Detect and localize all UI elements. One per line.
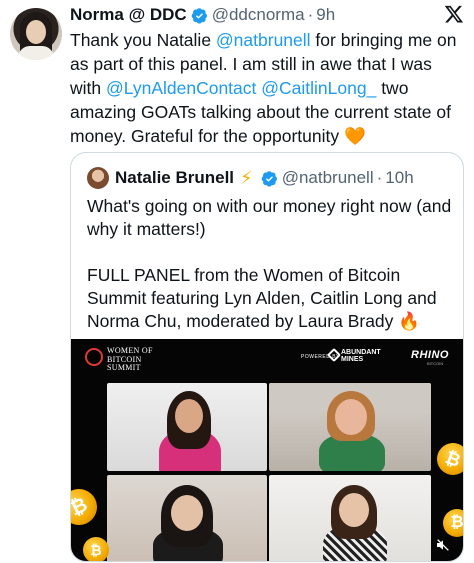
sponsor-abundant-mines: ABUNDANT MINES [341, 349, 381, 363]
speaker-head [335, 399, 367, 435]
tweet-text: Thank you Natalie @natbrunell for bringi… [70, 28, 466, 148]
bitcoin-coin-icon: ₿ [83, 537, 109, 561]
avatar-body [18, 46, 54, 60]
quote-text: What's going on with our money right now… [87, 195, 457, 356]
event-logo-text: WOMEN OF BITCOIN SUMMIT [107, 346, 153, 373]
speaker-head [171, 495, 203, 531]
quote-author-name[interactable]: Natalie Brunell [115, 168, 234, 188]
video-thumbnail[interactable]: WOMEN OF BITCOIN SUMMIT POWERED BY ABUND… [71, 339, 463, 561]
mention-link[interactable]: @CaitlinLong_ [261, 78, 376, 98]
quote-paragraph: FULL PANEL from the Women of Bitcoin Sum… [87, 264, 457, 333]
tweet-time[interactable]: 9h [316, 5, 335, 25]
quoted-tweet[interactable]: Natalie Brunell ⚡ @natbrunell · 10h What… [70, 152, 464, 562]
quote-paragraph: What's going on with our money right now… [87, 196, 452, 239]
logo-line: SUMMIT [107, 363, 141, 372]
quote-header: Natalie Brunell ⚡ @natbrunell · 10h [87, 165, 453, 191]
video-panel-speaker [107, 475, 267, 561]
author-name[interactable]: Norma @ DDC [70, 5, 187, 25]
bitcoin-coin-icon: ₿ [432, 438, 463, 480]
author-handle[interactable]: @ddcnorma [212, 5, 305, 25]
separator-dot: · [307, 5, 314, 24]
sponsor-rhino-sub: BITCOIN [427, 361, 444, 366]
tweet-text-part: Thank you Natalie [70, 30, 216, 50]
quote-author-handle[interactable]: @natbrunell [282, 168, 374, 188]
orange-heart-emoji: 🧡 [343, 126, 366, 146]
speaker-head [175, 399, 203, 433]
video-panel-speaker [269, 475, 431, 561]
bitcoin-coin-icon: ₿ [71, 483, 103, 531]
quote-paragraph-text: FULL PANEL from the Women of Bitcoin Sum… [87, 265, 437, 331]
lightning-bolt-icon: ⚡ [240, 167, 253, 188]
video-panel-speaker [107, 383, 267, 471]
sponsor-line: MINES [341, 356, 364, 363]
author-avatar[interactable] [10, 8, 62, 60]
sponsor-line: ABUNDANT [341, 349, 381, 356]
bitcoin-coin-icon: ₿ [443, 509, 463, 537]
verified-badge-icon [261, 170, 277, 187]
mention-link[interactable]: @LynAldenContact [106, 78, 256, 98]
mute-icon[interactable] [435, 537, 451, 553]
tweet-header: Norma @ DDC @ddcnorma · 9h [70, 4, 464, 26]
mention-link[interactable]: @natbrunell [216, 30, 311, 50]
quote-author-avatar[interactable] [87, 167, 109, 189]
video-panel-speaker [269, 383, 431, 471]
speaker-head [339, 493, 369, 527]
fire-emoji: 🔥 [398, 311, 421, 331]
quote-time[interactable]: 10h [385, 168, 413, 188]
x-logo-icon [444, 5, 464, 23]
sponsor-rhino: RHINO [411, 349, 449, 361]
women-of-bitcoin-logo-icon [85, 348, 103, 366]
verified-badge-icon [191, 7, 207, 24]
separator-dot: · [376, 168, 383, 187]
avatar-face [26, 20, 46, 44]
